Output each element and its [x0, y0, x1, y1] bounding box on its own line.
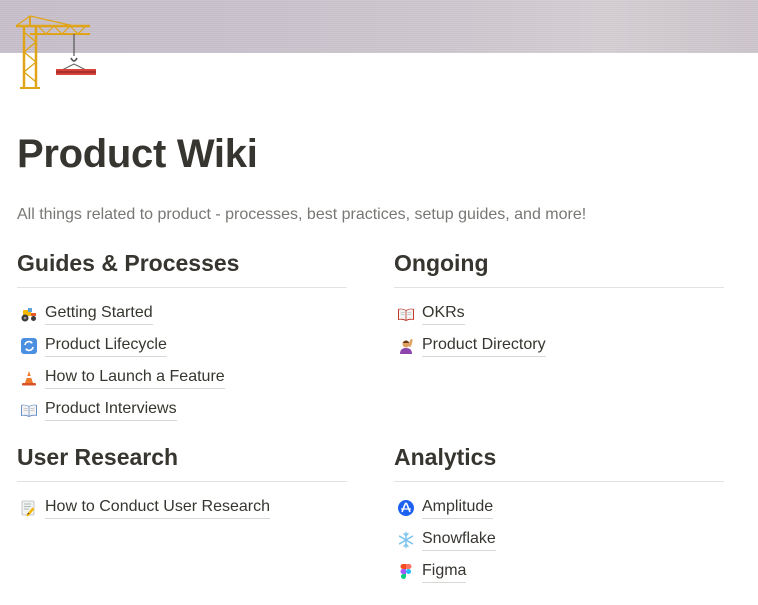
link-launch-feature[interactable]: How to Launch a Feature [45, 367, 225, 389]
list-item: Getting Started [17, 298, 347, 330]
divider [17, 287, 347, 288]
traffic-cone-icon [19, 368, 39, 388]
link-snowflake[interactable]: Snowflake [422, 529, 496, 551]
section-analytics: Analytics Amplitude Snowflake Figma [394, 442, 724, 588]
link-getting-started[interactable]: Getting Started [45, 303, 153, 325]
list-item: Product Interviews [17, 394, 347, 426]
list-item: OKRs [394, 298, 724, 330]
link-amplitude[interactable]: Amplitude [422, 497, 494, 519]
section-ongoing: Ongoing OKRs Product Directory [394, 248, 724, 362]
divider [17, 481, 347, 482]
open-book-icon [19, 400, 39, 420]
section-heading: User Research [17, 444, 179, 470]
list-item: Product Lifecycle [17, 330, 347, 362]
link-list: How to Conduct User Research [17, 492, 347, 524]
section-heading: Analytics [394, 444, 497, 470]
page-description[interactable]: All things related to product - processe… [17, 205, 586, 225]
list-item: Figma [394, 556, 724, 588]
section-heading: Ongoing [394, 250, 489, 276]
link-product-lifecycle[interactable]: Product Lifecycle [45, 335, 167, 357]
section-heading: Guides & Processes [17, 250, 240, 276]
open-book-icon [396, 304, 416, 324]
section-user-research: User Research How to Conduct User Resear… [17, 442, 347, 524]
notion-page: Product Wiki All things related to produ… [0, 0, 758, 605]
list-item: Product Directory [394, 330, 724, 362]
link-list: OKRs Product Directory [394, 298, 724, 362]
list-item: Snowflake [394, 524, 724, 556]
link-okrs[interactable]: OKRs [422, 303, 465, 325]
list-item: How to Conduct User Research [17, 492, 347, 524]
memo-icon [19, 498, 39, 518]
section-guides-processes: Guides & Processes Getting Started Produ… [17, 248, 347, 426]
link-list: Amplitude Snowflake Figma [394, 492, 724, 588]
divider [394, 287, 724, 288]
divider [394, 481, 724, 482]
link-product-directory[interactable]: Product Directory [422, 335, 546, 357]
construction-crane-icon[interactable] [14, 12, 98, 92]
snowflake-icon [396, 530, 416, 550]
cover-image[interactable] [0, 0, 758, 53]
cycle-arrows-icon [19, 336, 39, 356]
link-figma[interactable]: Figma [422, 561, 467, 583]
person-raising-hand-icon [396, 336, 416, 356]
tractor-icon [19, 304, 39, 324]
link-conduct-user-research[interactable]: How to Conduct User Research [45, 497, 270, 519]
amplitude-logo-icon [396, 498, 416, 518]
figma-logo-icon [396, 562, 416, 582]
link-list: Getting Started Product Lifecycle How to… [17, 298, 347, 426]
page-title[interactable]: Product Wiki [17, 130, 258, 178]
link-product-interviews[interactable]: Product Interviews [45, 399, 177, 421]
list-item: Amplitude [394, 492, 724, 524]
list-item: How to Launch a Feature [17, 362, 347, 394]
